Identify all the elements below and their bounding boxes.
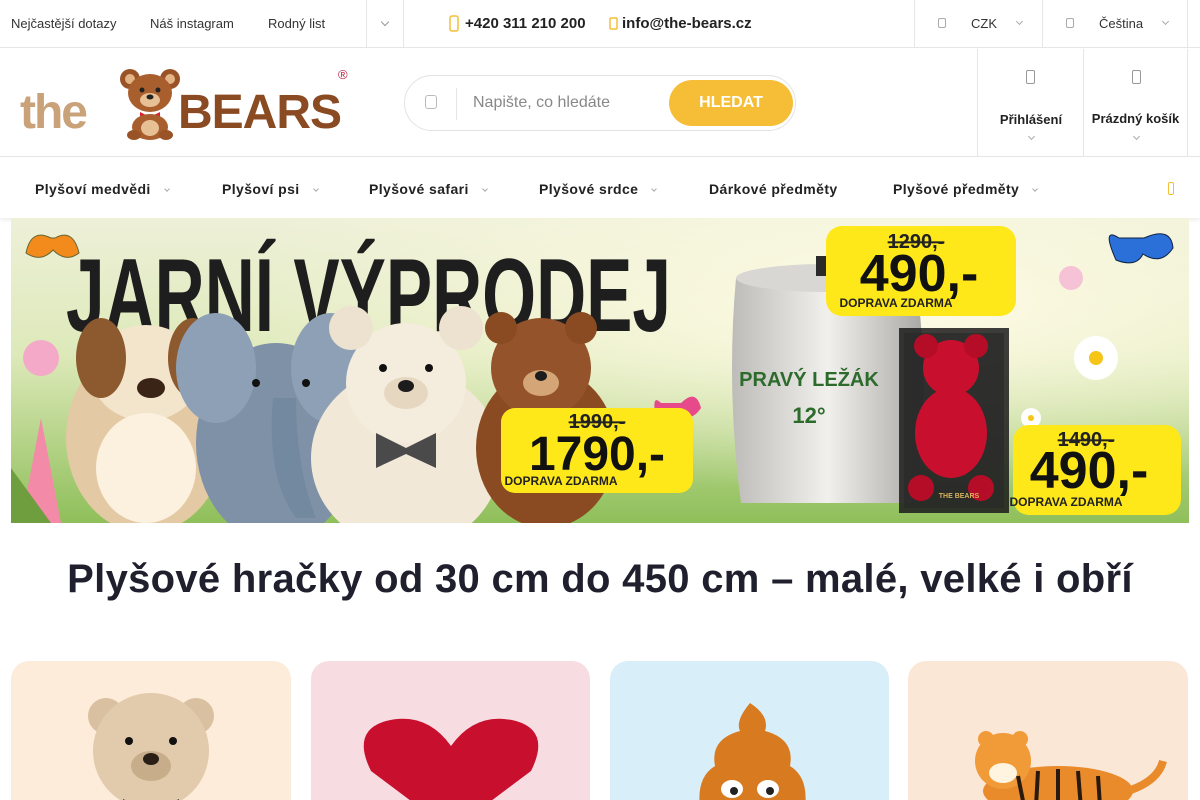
phone-link[interactable]: +420 311 210 200 — [465, 15, 586, 32]
header: the BEARS ® HLEDAT Přihlášení — [0, 49, 1200, 157]
nav-item-label: Dárkové předměty — [709, 181, 838, 197]
nav-item-psi[interactable]: Plyšoví psi — [222, 181, 319, 197]
chevron-down-icon — [481, 186, 488, 192]
email-icon — [609, 15, 619, 32]
language-selector[interactable]: Čeština — [1042, 0, 1188, 48]
search-button[interactable]: HLEDAT — [669, 80, 793, 126]
price: 490,- — [1030, 442, 1149, 500]
nav-item-label: Plyšoví medvědi — [35, 181, 151, 197]
cart-icon — [1132, 70, 1141, 84]
nav-item-label: Plyšové srdce — [539, 181, 639, 197]
instagram-link[interactable]: Náš instagram — [150, 16, 234, 31]
cart-button[interactable]: Prázdný košík — [1083, 49, 1188, 157]
price: 490,- — [860, 245, 979, 303]
shipping-note: DOPRAVA ZDARMA — [504, 474, 617, 488]
cart-label: Prázdný košík — [1091, 111, 1180, 126]
price-badge-keg: 1290,- 490,- DOPRAVA ZDARMA — [826, 226, 1016, 316]
price-badge-rose-bear: 1490,- 490,- DOPRAVA ZDARMA — [1009, 425, 1181, 515]
category-card-pillows[interactable] — [610, 661, 889, 800]
login-button[interactable]: Přihlášení — [977, 49, 1084, 157]
nav-item-label: Plyšoví psi — [222, 181, 300, 197]
page-title: Plyšové hračky od 30 cm do 450 cm – malé… — [67, 557, 1133, 601]
site-logo[interactable]: the BEARS ® — [20, 65, 355, 141]
email-link[interactable]: info@the-bears.cz — [622, 15, 752, 32]
nav-item-plysove-predmety[interactable]: Plyšové předměty — [893, 181, 1039, 197]
nav-item-darkove-predmety[interactable]: Dárkové předměty — [709, 181, 838, 197]
search-input[interactable] — [473, 92, 663, 114]
logo-text-bears: BEARS — [178, 86, 342, 139]
registered-mark: ® — [338, 67, 348, 82]
teddy-bear-image — [88, 693, 214, 800]
shipping-note: DOPRAVA ZDARMA — [1009, 495, 1122, 509]
user-icon — [1026, 70, 1035, 84]
nav-item-medvedi[interactable]: Plyšoví medvědi — [35, 181, 170, 197]
category-card-bears[interactable] — [11, 661, 291, 800]
logo-text-the: the — [20, 86, 88, 139]
currency-icon — [938, 18, 946, 28]
search-icon — [425, 95, 437, 109]
poop-pillow-image — [699, 703, 806, 800]
nav-item-label: Plyšové předměty — [893, 181, 1020, 197]
faq-link[interactable]: Nejčastější dotazy — [11, 16, 117, 31]
currency-selector[interactable]: CZK — [914, 0, 1043, 48]
tiger-image — [975, 731, 1167, 800]
chevron-down-icon — [380, 17, 390, 27]
price-badge-bears: 1990,- 1790,- DOPRAVA ZDARMA — [501, 408, 693, 493]
rose-bear-gift-box: THE BEARS — [899, 328, 1009, 513]
language-label: Čeština — [1099, 16, 1144, 31]
nav-item-safari[interactable]: Plyšové safari — [369, 181, 488, 197]
plush-white-bear — [311, 306, 501, 523]
chevron-down-icon — [163, 186, 170, 192]
chevron-down-icon — [312, 186, 319, 192]
nav-more-icon[interactable] — [1168, 182, 1174, 195]
keg-text: PRAVÝ LEŽÁK — [739, 367, 879, 391]
chevron-down-icon — [1161, 17, 1170, 26]
search-bar: HLEDAT — [404, 75, 796, 131]
top-bar: Nejčastější dotazy Náš instagram Rodný l… — [0, 0, 1200, 48]
red-heart-image — [363, 718, 539, 800]
shipping-note: DOPRAVA ZDARMA — [839, 296, 952, 310]
category-card-hearts[interactable] — [311, 661, 590, 800]
birth-certificate-link[interactable]: Rodný list — [268, 16, 325, 31]
banner-image: JARNÍ VÝPRODEJ 1990,- 1790,- DOPRAVA ZDA… — [11, 218, 1189, 523]
chevron-down-icon — [1015, 17, 1024, 26]
chevron-down-icon — [651, 186, 658, 192]
chevron-down-icon — [1027, 132, 1036, 141]
login-label: Přihlášení — [999, 112, 1063, 127]
box-brand: THE BEARS — [939, 493, 980, 500]
nav-item-label: Plyšové safari — [369, 181, 469, 197]
more-links-toggle[interactable] — [366, 0, 404, 48]
search-divider — [456, 88, 457, 120]
globe-icon — [1066, 18, 1074, 28]
nav-item-srdce[interactable]: Plyšové srdce — [539, 181, 658, 197]
category-card-safari[interactable] — [908, 661, 1188, 800]
currency-label: CZK — [971, 16, 997, 31]
phone-icon — [449, 15, 459, 32]
chevron-down-icon — [1032, 186, 1039, 192]
keg-degree: 12° — [792, 403, 825, 428]
chevron-down-icon — [1132, 132, 1141, 141]
promo-banner[interactable]: JARNÍ VÝPRODEJ 1990,- 1790,- DOPRAVA ZDA… — [11, 218, 1189, 523]
main-navigation: Plyšoví medvědi Plyšoví psi Plyšové safa… — [0, 158, 1200, 218]
